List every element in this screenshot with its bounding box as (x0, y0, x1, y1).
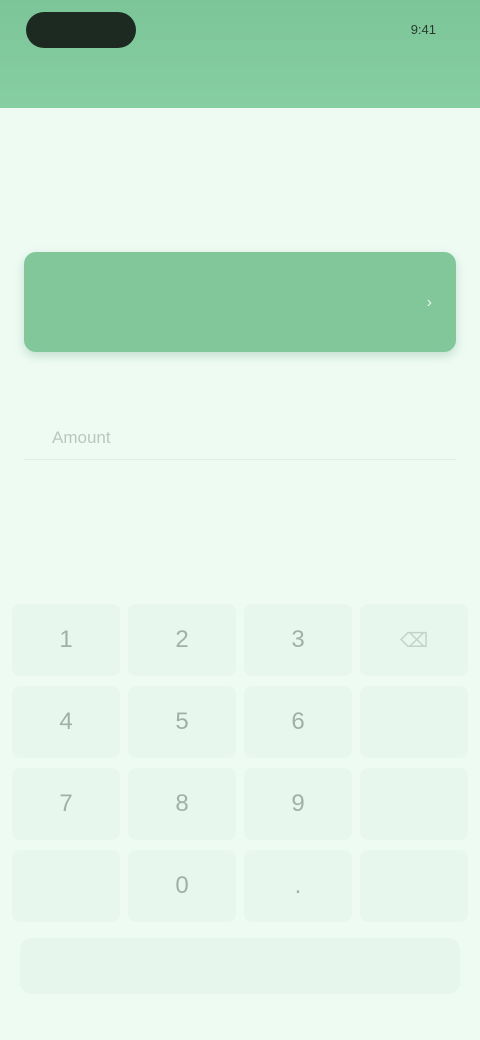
keypad-key-decimal[interactable]: . (244, 850, 352, 922)
keypad-key-4[interactable]: 4 (12, 686, 120, 758)
keypad-function-key-3[interactable] (12, 850, 120, 922)
screen: 9:41 › 1 2 3 ⌫ 4 5 6 7 8 9 0 . (0, 0, 480, 1040)
keypad-function-key-1[interactable] (360, 686, 468, 758)
status-time: 9:41 (410, 22, 436, 37)
numeric-keypad: 1 2 3 ⌫ 4 5 6 7 8 9 0 . (12, 604, 468, 922)
keypad-key-8[interactable]: 8 (128, 768, 236, 840)
keypad-key-5[interactable]: 5 (128, 686, 236, 758)
amount-input[interactable] (24, 416, 456, 460)
chevron-right-icon: › (426, 294, 432, 311)
backspace-key[interactable]: ⌫ (360, 604, 468, 676)
keypad-key-1[interactable]: 1 (12, 604, 120, 676)
keypad-key-2[interactable]: 2 (128, 604, 236, 676)
keypad-key-3[interactable]: 3 (244, 604, 352, 676)
confirm-button[interactable] (20, 938, 460, 994)
header: 9:41 (0, 0, 480, 108)
keypad-key-7[interactable]: 7 (12, 768, 120, 840)
keypad-key-9[interactable]: 9 (244, 768, 352, 840)
keypad-key-0[interactable]: 0 (128, 850, 236, 922)
keypad-key-6[interactable]: 6 (244, 686, 352, 758)
status-island (26, 12, 136, 48)
keypad-function-key-2[interactable] (360, 768, 468, 840)
keypad-function-key-4[interactable] (360, 850, 468, 922)
balance-card[interactable]: › (24, 252, 456, 352)
